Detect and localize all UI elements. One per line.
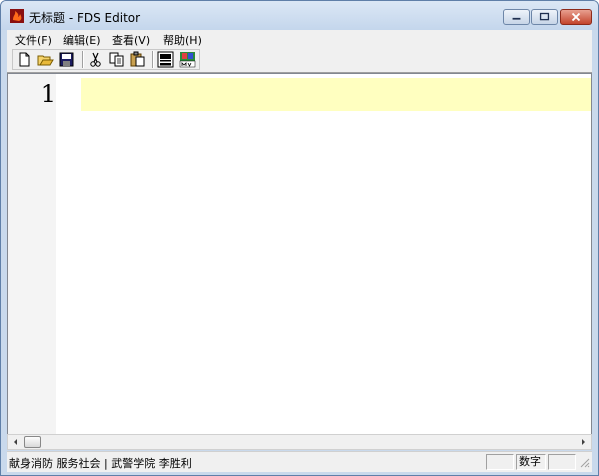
- status-bar: 献身消防 服务社会 | 武警学院 李胜利 数字: [7, 451, 592, 472]
- cut-icon[interactable]: [87, 51, 104, 68]
- open-folder-icon[interactable]: [37, 51, 54, 68]
- toolbar-separator: [82, 51, 84, 68]
- scroll-left-icon[interactable]: [10, 436, 22, 448]
- fds-app-icon: [10, 9, 24, 23]
- status-message: 献身消防 服务社会 | 武警学院 李胜利: [9, 457, 192, 470]
- close-button[interactable]: [560, 9, 592, 25]
- scroll-right-icon[interactable]: [577, 436, 589, 448]
- status-pane: [548, 454, 576, 470]
- app-window: 无标题 - FDS Editor 文件(F) 编辑(E) 查看(V) 帮助(H): [0, 0, 599, 476]
- menu-view[interactable]: 查看(V): [112, 32, 150, 48]
- paste-icon[interactable]: [129, 51, 146, 68]
- menu-file[interactable]: 文件(F): [15, 32, 52, 48]
- toolbar-separator: [152, 51, 154, 68]
- maximize-button[interactable]: [531, 9, 558, 25]
- status-pane: [486, 454, 514, 470]
- text-editor[interactable]: 1: [7, 73, 592, 435]
- maximize-icon: [539, 12, 550, 21]
- status-numlock: 数字: [516, 454, 546, 470]
- toolbar: [7, 48, 592, 73]
- current-line-highlight: [81, 78, 591, 111]
- window-title: 无标题 - FDS Editor: [29, 11, 141, 25]
- menu-help[interactable]: 帮助(H): [163, 32, 202, 48]
- minimize-button[interactable]: [503, 9, 530, 25]
- menu-edit[interactable]: 编辑(E): [63, 32, 101, 48]
- fds-icon[interactable]: [157, 51, 174, 68]
- new-file-icon[interactable]: [16, 51, 33, 68]
- smv-icon[interactable]: [179, 51, 196, 68]
- save-icon[interactable]: [58, 51, 75, 68]
- horizontal-scrollbar[interactable]: [7, 434, 592, 450]
- menu-bar: 文件(F) 编辑(E) 查看(V) 帮助(H): [7, 30, 592, 48]
- resize-grip-icon[interactable]: [578, 456, 590, 468]
- copy-icon[interactable]: [108, 51, 125, 68]
- line-number-gutter: 1: [8, 74, 56, 434]
- close-icon: [571, 12, 581, 22]
- line-number: 1: [40, 80, 56, 108]
- title-bar[interactable]: 无标题 - FDS Editor: [1, 1, 598, 30]
- minimize-icon: [512, 17, 521, 20]
- scroll-thumb[interactable]: [24, 436, 41, 448]
